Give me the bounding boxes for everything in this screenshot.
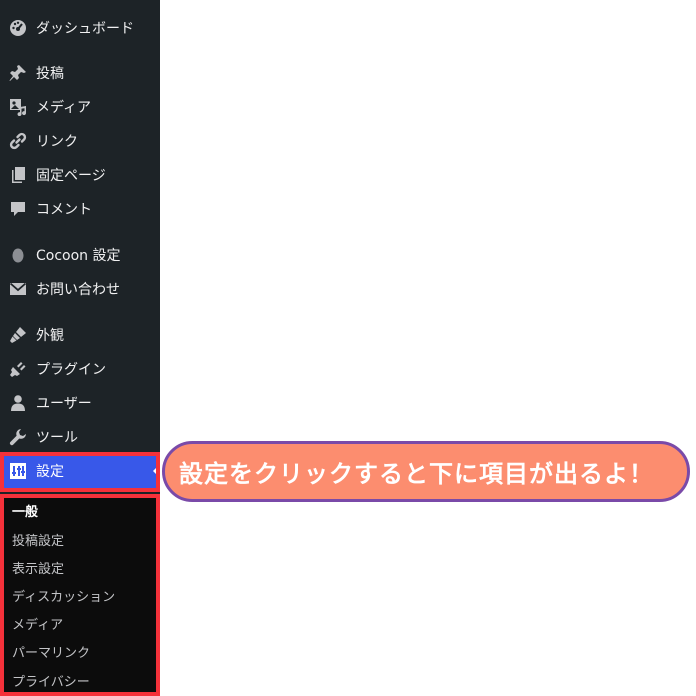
menu-item-cocoon[interactable]: Cocoon 設定: [0, 238, 160, 272]
submenu-item-reading[interactable]: 表示設定: [12, 558, 64, 577]
link-icon: [8, 131, 28, 151]
menu-label-plugins: プラグイン: [36, 362, 106, 378]
annotation-callout: 設定をクリックすると下に項目が出るよ！: [162, 441, 690, 502]
menu-item-tools[interactable]: ツール: [0, 420, 160, 454]
submenu-item-permalinks[interactable]: パーマリンク: [12, 642, 90, 661]
mail-icon: [8, 279, 28, 299]
menu-label-contact: お問い合わせ: [36, 282, 120, 298]
menu-item-appearance[interactable]: 外観: [0, 318, 160, 352]
menu-label-cocoon: Cocoon 設定: [36, 248, 121, 264]
menu-label-settings: 設定: [36, 464, 64, 480]
menu-item-media[interactable]: メディア: [0, 90, 160, 124]
callout-text: 設定をクリックすると下に項目が出るよ！: [179, 460, 654, 488]
media-icon: [8, 97, 28, 117]
menu-item-plugins[interactable]: プラグイン: [0, 352, 160, 386]
submenu-item-writing[interactable]: 投稿設定: [12, 530, 64, 549]
pages-icon: [8, 165, 28, 185]
active-menu-caret: [153, 464, 160, 478]
menu-item-dashboard[interactable]: ダッシュボード: [0, 11, 160, 45]
plugin-icon: [8, 359, 28, 379]
menu-label-media: メディア: [36, 100, 92, 116]
menu-label-links: リンク: [36, 134, 78, 150]
user-icon: [8, 393, 28, 413]
menu-label-posts: 投稿: [36, 66, 64, 82]
menu-item-contact[interactable]: お問い合わせ: [0, 272, 160, 306]
menu-item-users[interactable]: ユーザー: [0, 386, 160, 420]
submenu-item-media[interactable]: メディア: [12, 614, 63, 633]
menu-label-tools: ツール: [36, 430, 78, 446]
settings-submenu: 一般 投稿設定 表示設定 ディスカッション メディア パーマリンク プライバシー: [0, 494, 160, 696]
menu-label-comments: コメント: [36, 202, 92, 218]
menu-label-pages: 固定ページ: [36, 168, 106, 184]
menu-item-settings[interactable]: 設定: [0, 454, 160, 488]
menu-item-comments[interactable]: コメント: [0, 192, 160, 226]
menu-item-posts[interactable]: 投稿: [0, 56, 160, 90]
menu-item-pages[interactable]: 固定ページ: [0, 158, 160, 192]
submenu-item-general[interactable]: 一般: [12, 501, 38, 520]
brush-icon: [8, 325, 28, 345]
settings-icon: [8, 461, 28, 481]
menu-label-users: ユーザー: [36, 396, 92, 412]
dashboard-icon: [8, 18, 28, 38]
cocoon-icon: [8, 245, 28, 265]
pin-icon: [8, 63, 28, 83]
wrench-icon: [8, 427, 28, 447]
menu-label-dashboard: ダッシュボード: [36, 21, 134, 37]
menu-item-links[interactable]: リンク: [0, 124, 160, 158]
admin-sidebar: ダッシュボード 投稿 メディア リンク 固定ページ コメント Cocoon 設定…: [0, 0, 160, 696]
submenu-item-privacy[interactable]: プライバシー: [12, 671, 90, 690]
submenu-item-discussion[interactable]: ディスカッション: [12, 586, 115, 605]
menu-label-appearance: 外観: [36, 328, 64, 344]
comment-icon: [8, 199, 28, 219]
